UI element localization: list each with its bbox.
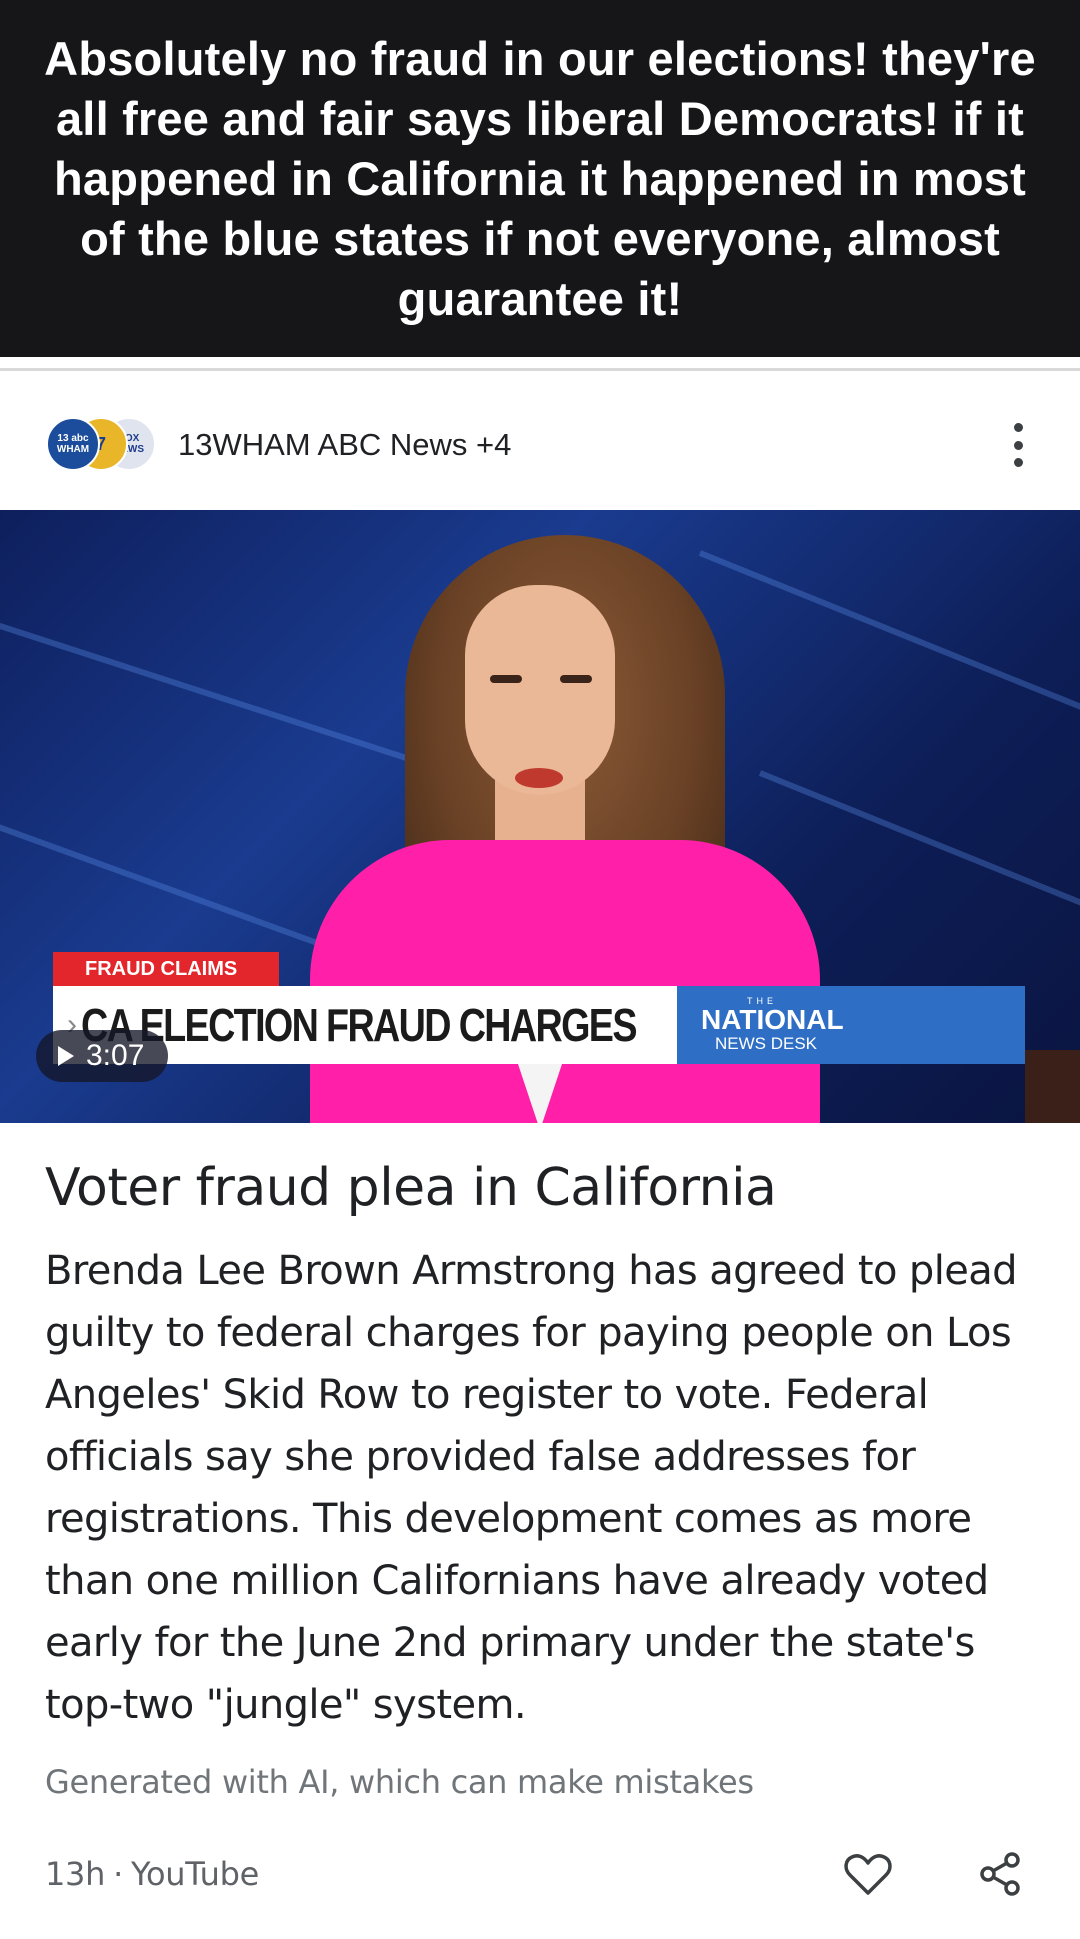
brand-sub: NEWS DESK [715, 1034, 818, 1053]
background-stripe [758, 770, 1080, 934]
card-header: 13 abc WHAM 7 FOX NEWS 13WHAM ABC News +… [0, 380, 1080, 510]
news-anchor-face [465, 585, 615, 795]
video-thumbnail[interactable]: FRAUD CLAIMS › CA ELECTION FRAUD CHARGES… [0, 510, 1080, 1123]
source-logo-wham: 13 abc WHAM [46, 417, 100, 471]
news-anchor-eye [490, 675, 522, 683]
background-desk [1025, 1050, 1080, 1123]
duration-text: 3:07 [86, 1039, 145, 1072]
news-anchor-jacket [310, 840, 820, 1123]
lower-third-tag: FRAUD CLAIMS [53, 952, 279, 986]
ai-disclaimer: Generated with AI, which can make mistak… [45, 1763, 754, 1801]
background-stripe [698, 550, 1080, 751]
meta-separator: · [113, 1855, 123, 1893]
story-summary: Brenda Lee Brown Armstrong has agreed to… [45, 1248, 1018, 1728]
caption-text: Absolutely no fraud in our elections! th… [44, 31, 1036, 325]
source-name[interactable]: 13WHAM ABC News +4 [178, 427, 511, 463]
brand-main: NATIONAL [701, 1004, 844, 1035]
lower-third-brand: THE NATIONAL NEWS DESK [677, 986, 1025, 1064]
story-title[interactable]: Voter fraud plea in California [45, 1158, 1045, 1218]
duration-badge[interactable]: 3:07 [36, 1030, 169, 1082]
divider [0, 368, 1080, 371]
post-age: 13h [45, 1855, 106, 1893]
share-icon[interactable] [970, 1846, 1030, 1902]
post-platform: YouTube [130, 1855, 260, 1893]
news-anchor-lips [515, 768, 563, 788]
heart-icon[interactable] [838, 1846, 898, 1902]
caption-banner: Absolutely no fraud in our elections! th… [0, 0, 1080, 357]
news-anchor-eye [560, 675, 592, 683]
play-icon [58, 1046, 74, 1066]
meta-line: 13h · YouTube [45, 1855, 259, 1893]
source-logos[interactable]: 13 abc WHAM 7 FOX NEWS [46, 417, 158, 473]
more-vert-icon[interactable] [996, 420, 1040, 470]
